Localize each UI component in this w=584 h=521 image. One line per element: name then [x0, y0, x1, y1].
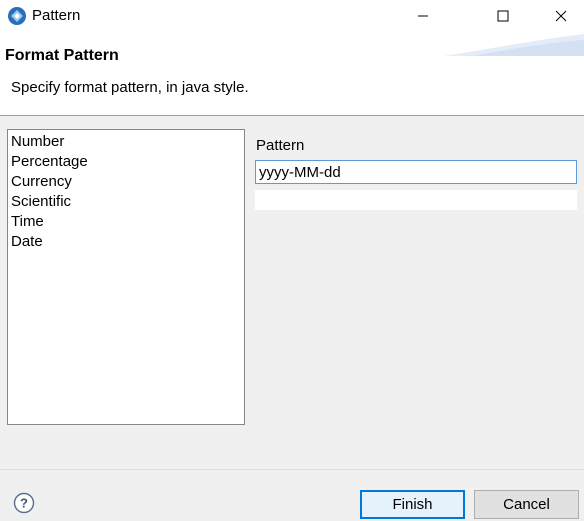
window-title: Pattern	[32, 7, 81, 24]
minimize-icon	[418, 15, 428, 17]
close-icon	[555, 10, 567, 22]
pattern-input[interactable]	[255, 160, 577, 184]
pattern-label: Pattern	[256, 137, 305, 154]
pattern-preview	[255, 190, 577, 210]
format-type-list[interactable]: Number Percentage Currency Scientific Ti…	[7, 129, 245, 425]
dialog-title: Format Pattern	[5, 47, 119, 64]
maximize-icon	[497, 10, 509, 22]
minimize-button[interactable]	[400, 0, 446, 32]
list-item-scientific[interactable]: Scientific	[11, 192, 244, 212]
help-icon[interactable]: ?	[13, 492, 35, 514]
footer-separator	[0, 469, 584, 470]
svg-text:?: ?	[20, 496, 28, 511]
list-item-number[interactable]: Number	[11, 132, 244, 152]
finish-button[interactable]: Finish	[360, 490, 465, 519]
banner-decoration	[444, 34, 584, 56]
list-item-percentage[interactable]: Percentage	[11, 152, 244, 172]
maximize-button[interactable]	[480, 0, 526, 32]
title-bar: Pattern	[0, 0, 584, 32]
dialog-header: Format Pattern Specify format pattern, i…	[0, 32, 584, 116]
list-item-date[interactable]: Date	[11, 232, 244, 252]
app-icon	[8, 7, 26, 25]
close-button[interactable]	[538, 0, 584, 32]
list-item-currency[interactable]: Currency	[11, 172, 244, 192]
dialog-description: Specify format pattern, in java style.	[11, 79, 249, 96]
list-item-time[interactable]: Time	[11, 212, 244, 232]
cancel-button[interactable]: Cancel	[474, 490, 579, 519]
